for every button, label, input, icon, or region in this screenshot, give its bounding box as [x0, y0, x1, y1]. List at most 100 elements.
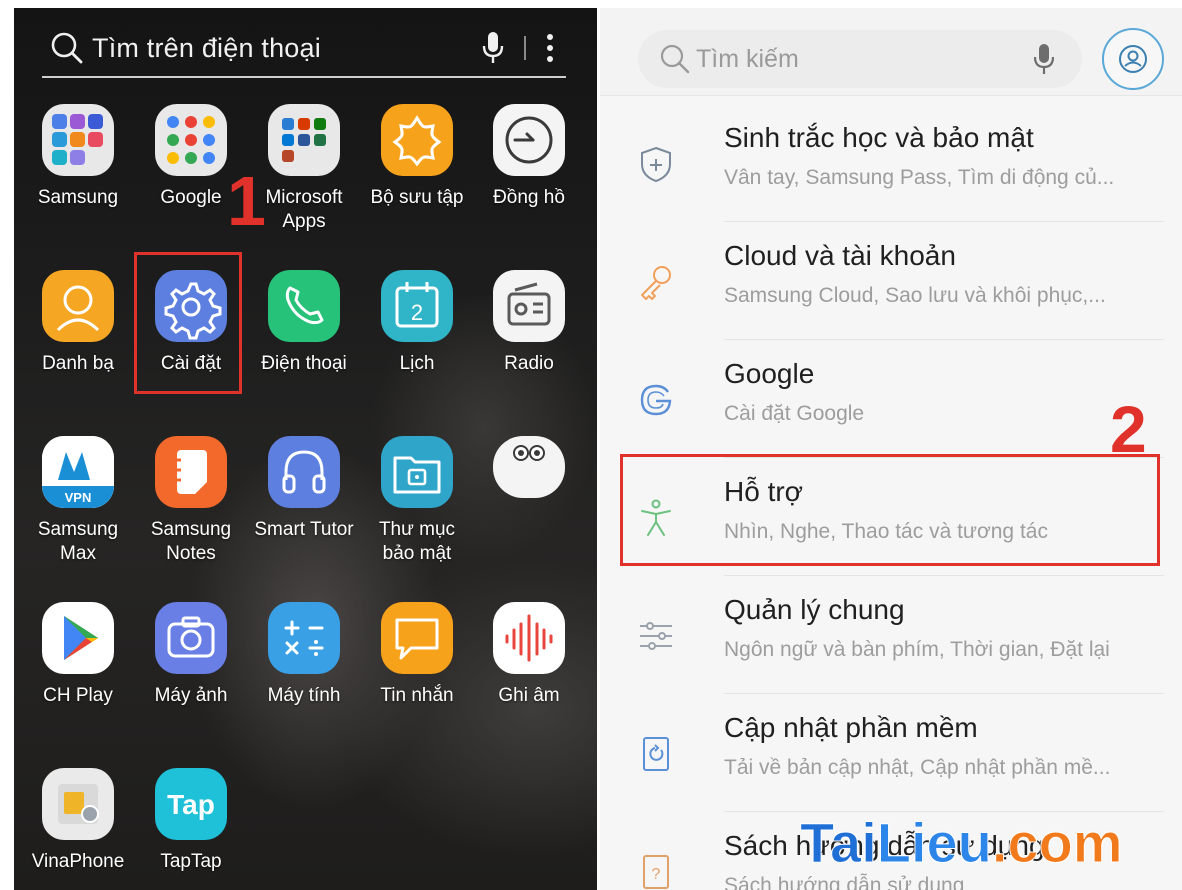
watermark-part-3: .com — [991, 811, 1123, 875]
google-folder-icon — [155, 104, 227, 176]
radio-icon — [493, 270, 565, 342]
app-clock-icon[interactable]: Đồng hồ — [473, 104, 585, 210]
app-label: CH Play — [22, 684, 134, 708]
app-samsung-max-vpn-icon[interactable]: VPN Samsung Max — [22, 436, 134, 566]
app-drawer-panel: Tìm trên điện thoại Samsung Google Micro… — [14, 8, 597, 890]
app-label: Máy tính — [248, 684, 360, 708]
settings-item-shield[interactable]: Sinh trắc học và bảo mật Vân tay, Samsun… — [600, 104, 1182, 222]
contacts-icon — [42, 270, 114, 342]
settings-item-title: Cloud và tài khoản — [724, 240, 956, 271]
samsung-folder-icon — [42, 104, 114, 176]
settings-item-title: Quản lý chung — [724, 594, 905, 625]
search-separator — [524, 36, 526, 60]
sim-card-icon — [42, 768, 114, 840]
play-store-icon — [42, 602, 114, 674]
app-label-line: Tin nhắn — [380, 685, 454, 706]
taptap-icon: Tap — [155, 768, 227, 840]
app-voice-recorder-icon[interactable]: Ghi âm — [473, 602, 585, 708]
settings-search-bar[interactable]: Tìm kiếm — [638, 30, 1082, 88]
app-secure-folder-icon[interactable]: Thư mục bảo mật — [361, 436, 473, 566]
clock-icon — [493, 104, 565, 176]
settings-item-title: Google — [724, 358, 815, 389]
settings-item-title: Cập nhật phần mềm — [724, 712, 978, 743]
app-label: Samsung Notes — [135, 518, 247, 566]
app-label-line: Danh bạ — [42, 353, 114, 374]
app-label-line: Điện thoại — [261, 353, 347, 374]
app-label-line: CH Play — [43, 685, 113, 706]
settings-item-subtitle: Ngôn ngữ và bàn phím, Thời gian, Đặt lại — [724, 638, 1110, 661]
settings-header: Tìm kiếm — [600, 8, 1182, 96]
app-label: Samsung — [22, 186, 134, 210]
app-label-line: Smart Tutor — [254, 519, 354, 540]
highlight-box-accessibility — [620, 454, 1160, 566]
settings-panel: Tìm kiếm Sinh trắc học và bảo mật Vân ta… — [600, 8, 1182, 890]
app-label: Máy ảnh — [135, 684, 247, 708]
phone-icon — [268, 270, 340, 342]
app-label: Tin nhắn — [361, 684, 473, 708]
app-phone-icon[interactable]: Điện thoại — [248, 270, 360, 376]
notes-icon — [155, 436, 227, 508]
microphone-icon[interactable] — [482, 31, 504, 65]
app-label-line: Lịch — [399, 353, 435, 374]
messages-icon — [381, 602, 453, 674]
user-profile-icon — [1119, 45, 1147, 73]
app-label: Lịch — [361, 352, 473, 376]
app-gallery-icon[interactable]: Bộ sưu tập — [361, 104, 473, 210]
app-calendar-icon[interactable]: 2 Lịch — [361, 270, 473, 376]
app-label-line: bảo mật — [382, 543, 452, 564]
more-options-icon[interactable] — [546, 33, 554, 63]
app-label-line: Max — [60, 543, 96, 564]
microsoft-folder-icon — [268, 104, 340, 176]
app-notes-icon[interactable]: Samsung Notes — [135, 436, 247, 566]
calendar-icon: 2 — [381, 270, 453, 342]
app-label-line: Ghi âm — [498, 685, 560, 706]
app-label: Ghi âm — [473, 684, 585, 708]
manual-icon: ? — [643, 855, 669, 889]
app-play-store-icon[interactable]: CH Play — [22, 602, 134, 708]
gallery-icon — [381, 104, 453, 176]
sliders-icon — [640, 622, 672, 650]
app-label-line: Thư mục — [378, 519, 456, 540]
settings-item-software-update[interactable]: Cập nhật phần mềm Tải về bản cập nhật, C… — [600, 694, 1182, 812]
headset-icon — [268, 436, 340, 508]
phone-search-bar[interactable]: Tìm trên điện thoại — [42, 20, 566, 78]
app-label-line: Radio — [504, 353, 554, 374]
software-update-icon — [643, 737, 669, 771]
svg-text:2: 2 — [411, 300, 423, 325]
app-messages-icon[interactable]: Tin nhắn — [361, 602, 473, 708]
svg-text:VPN: VPN — [65, 490, 92, 505]
settings-item-subtitle: Tải về bản cập nhật, Cập nhật phần mề... — [724, 756, 1111, 779]
app-contacts-icon[interactable]: Danh bạ — [22, 270, 134, 376]
app-label-line: TapTap — [160, 851, 222, 872]
app-label: Thư mục bảo mật — [361, 518, 473, 566]
camera-icon — [155, 602, 227, 674]
voice-recorder-icon — [493, 602, 565, 674]
app-samsung-folder-icon[interactable]: Samsung — [22, 104, 134, 210]
app-radio-icon[interactable]: Radio — [473, 270, 585, 376]
calculator-icon — [268, 602, 340, 674]
watermark-logo: Tai Lieu .com — [800, 810, 1124, 876]
app-calculator-icon[interactable]: Máy tính — [248, 602, 360, 708]
app-camera-icon[interactable]: Máy ảnh — [135, 602, 247, 708]
app-headset-icon[interactable]: Smart Tutor — [248, 436, 360, 542]
settings-item-key[interactable]: Cloud và tài khoản Samsung Cloud, Sao lư… — [600, 222, 1182, 340]
app-taptap-icon[interactable]: Tap TapTap — [135, 768, 247, 874]
app-label: Đồng hồ — [473, 186, 585, 210]
secure-folder-icon — [381, 436, 453, 508]
app-label-line: Máy ảnh — [154, 685, 228, 706]
app-label: Smart Tutor — [248, 518, 360, 542]
settings-item-google-g[interactable]: Google Cài đặt Google — [600, 340, 1182, 458]
app-sim-card-icon[interactable]: VinaPhone — [22, 768, 134, 874]
profile-button[interactable] — [1102, 28, 1164, 90]
google-g-icon — [640, 384, 672, 416]
app-label: VinaPhone — [22, 850, 134, 874]
shield-icon — [641, 146, 671, 183]
search-icon — [51, 32, 83, 64]
app-label: TapTap — [135, 850, 247, 874]
app-label: Radio — [473, 352, 585, 376]
settings-item-sliders[interactable]: Quản lý chung Ngôn ngữ và bàn phím, Thời… — [600, 576, 1182, 694]
app-bixby-eyes-icon[interactable] — [473, 436, 585, 508]
app-label: Danh bạ — [22, 352, 134, 376]
app-label-line: Đồng hồ — [493, 187, 565, 208]
microphone-icon[interactable] — [1034, 43, 1054, 75]
